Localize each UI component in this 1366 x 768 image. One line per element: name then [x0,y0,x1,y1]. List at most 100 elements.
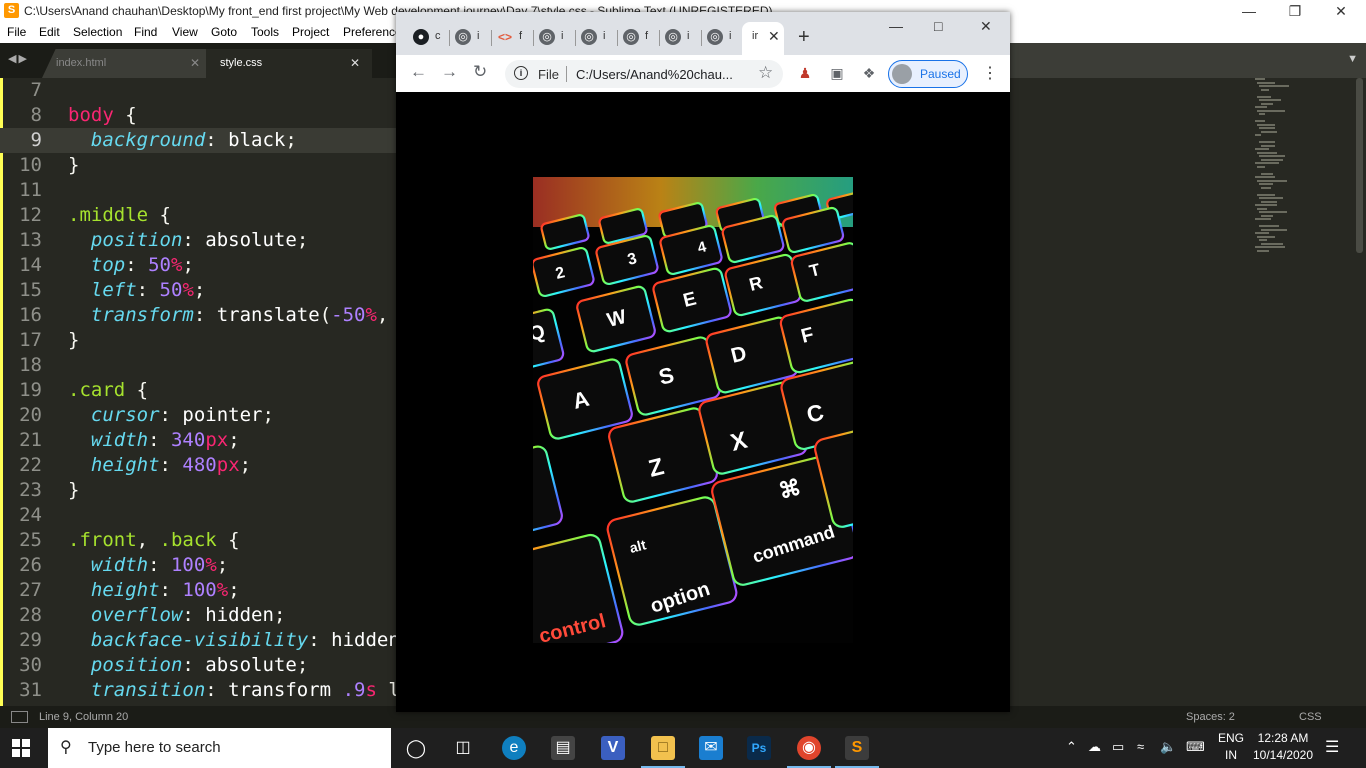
keyboard-card-image[interactable]: 2 3 4 Q W E R T A S D F Z X C alt option [533,177,853,643]
code-line[interactable]: 12 .middle { [0,203,400,228]
chrome-tab[interactable]: <> f [492,24,534,52]
store-icon[interactable]: ▤ [551,736,575,760]
code-line[interactable]: 18 [0,353,400,378]
chrome-icon[interactable]: ◉ [787,736,831,768]
indentation-setting[interactable]: Spaces: 2 [1186,711,1235,723]
code-line[interactable]: 16 transform: translate(-50%, [0,303,400,328]
profile-button[interactable]: Paused [888,60,968,88]
onedrive-icon[interactable]: ☁ [1088,739,1101,755]
syntax-setting[interactable]: CSS [1299,711,1322,723]
tab-dropdown-icon[interactable]: ▼ [1347,53,1358,65]
chrome-tab[interactable]: ◎ i [576,24,618,52]
photoshop-icon[interactable]: Ps [747,736,771,760]
input-language[interactable]: ENG IN [1218,731,1244,762]
menu-edit[interactable]: Edit [39,25,60,39]
battery-icon[interactable]: ▭ [1112,739,1124,755]
taskbar-search-box[interactable]: ⚲ Type here to search [48,728,391,768]
tab-style-css[interactable]: style.css ✕ [206,49,372,78]
code-line[interactable]: 15 left: 50%; [0,278,400,303]
chrome-tab-title: i [477,30,480,42]
code-line[interactable]: 20 cursor: pointer; [0,403,400,428]
minimize-icon[interactable]: — [1226,0,1272,22]
code-line[interactable]: 7 [0,78,400,103]
menu-file[interactable]: File [7,25,26,39]
sublime-icon[interactable]: S [835,736,879,768]
chrome-tab[interactable]: ◎ i [450,24,492,52]
code-line[interactable]: 13 position: absolute; [0,228,400,253]
chrome-tab-active[interactable]: ir ✕ [742,22,784,55]
file-explorer-icon[interactable]: □ [641,736,685,768]
code-line[interactable]: 30 position: absolute; [0,653,400,678]
close-icon[interactable]: ✕ [1318,0,1364,22]
code-line[interactable]: 26 width: 100%; [0,553,400,578]
code-token: ; [262,404,274,426]
edge-icon[interactable]: e [502,736,526,760]
chrome-tab[interactable]: ◎ i [534,24,576,52]
code-line[interactable]: 25 .front, .back { [0,528,400,553]
code-line[interactable]: 29 backface-visibility: hidden [0,628,400,653]
code-token: width [90,554,149,576]
restore-icon[interactable]: ❐ [1272,0,1318,22]
notifications-icon[interactable]: ☰ [1325,737,1339,757]
task-view-icon[interactable]: ◫ [451,736,475,760]
wifi-icon[interactable]: ≈ [1137,739,1144,754]
tab-close-icon[interactable]: ✕ [350,56,360,70]
forward-icon[interactable]: → [441,62,458,82]
code-line[interactable]: 21 width: 340px; [0,428,400,453]
cortana-icon[interactable]: ◯ [404,736,428,760]
code-line[interactable]: 10} [0,153,400,178]
address-bar[interactable]: i File C:/Users/Anand%20chau... ☆ [505,60,783,88]
system-clock[interactable]: 12:28 AM 10/14/2020 [1248,731,1318,762]
tab-close-icon[interactable]: ✕ [190,56,200,70]
site-info-icon[interactable]: i [514,66,528,80]
code-line[interactable]: 8 body { [0,103,400,128]
menu-tools[interactable]: Tools [251,25,279,39]
code-line[interactable]: 23} [0,478,400,503]
code-line[interactable]: 24 [0,503,400,528]
tab-scroll-arrows-icon[interactable]: ◀▶ [8,52,29,65]
code-line[interactable]: 9 background: black; [0,128,400,153]
chrome-tab[interactable]: ◎ i [702,24,744,52]
panel-toggle-icon[interactable] [11,711,28,723]
address-url[interactable]: C:/Users/Anand%20chau... [576,67,733,82]
extension-camera-icon[interactable]: ▣ [829,65,845,81]
bookmark-star-icon[interactable]: ☆ [758,63,773,83]
chrome-maximize-icon[interactable]: □ [934,18,942,34]
chrome-tab[interactable]: ◎ f [618,24,660,52]
minimap[interactable] [1255,78,1305,258]
volume-icon[interactable]: 🔈 [1160,739,1176,755]
code-token: 50 [148,254,171,276]
vscode-icon[interactable]: V [601,736,625,760]
vertical-scrollbar[interactable] [1356,78,1363,253]
code-line[interactable]: 17} [0,328,400,353]
code-line[interactable]: 22 height: 480px; [0,453,400,478]
lang-region: IN [1225,748,1237,762]
code-line[interactable]: 19 .card { [0,378,400,403]
menu-project[interactable]: Project [292,25,329,39]
new-tab-icon[interactable]: + [798,26,810,49]
chrome-tab[interactable]: ◎ i [660,24,702,52]
reload-icon[interactable]: ↻ [473,62,487,82]
chrome-tab[interactable]: ● c [408,24,450,52]
tray-expand-icon[interactable]: ⌃ [1066,739,1077,755]
menu-selection[interactable]: Selection [73,25,122,39]
keyboard-icon[interactable]: ⌨ [1186,739,1205,755]
mail-icon[interactable]: ✉ [699,736,723,760]
chrome-close-icon[interactable]: ✕ [980,18,992,35]
tab-close-icon[interactable]: ✕ [768,28,780,45]
menu-goto[interactable]: Goto [211,25,237,39]
code-line[interactable]: 31 transition: transform .9s l [0,678,400,703]
code-line[interactable]: 11 [0,178,400,203]
menu-find[interactable]: Find [134,25,157,39]
code-line[interactable]: 27 height: 100%; [0,578,400,603]
extension-ninja-icon[interactable]: ♟ [797,65,813,81]
back-icon[interactable]: ← [410,62,427,82]
menu-view[interactable]: View [172,25,198,39]
tab-index-html[interactable]: index.html ✕ [42,49,212,78]
code-line[interactable]: 28 overflow: hidden; [0,603,400,628]
chrome-menu-icon[interactable]: ⋮ [982,63,998,83]
code-line[interactable]: 14 top: 50%; [0,253,400,278]
windows-start-icon[interactable] [12,739,30,757]
chrome-minimize-icon[interactable]: — [889,18,903,34]
extensions-puzzle-icon[interactable]: ❖ [861,65,877,81]
